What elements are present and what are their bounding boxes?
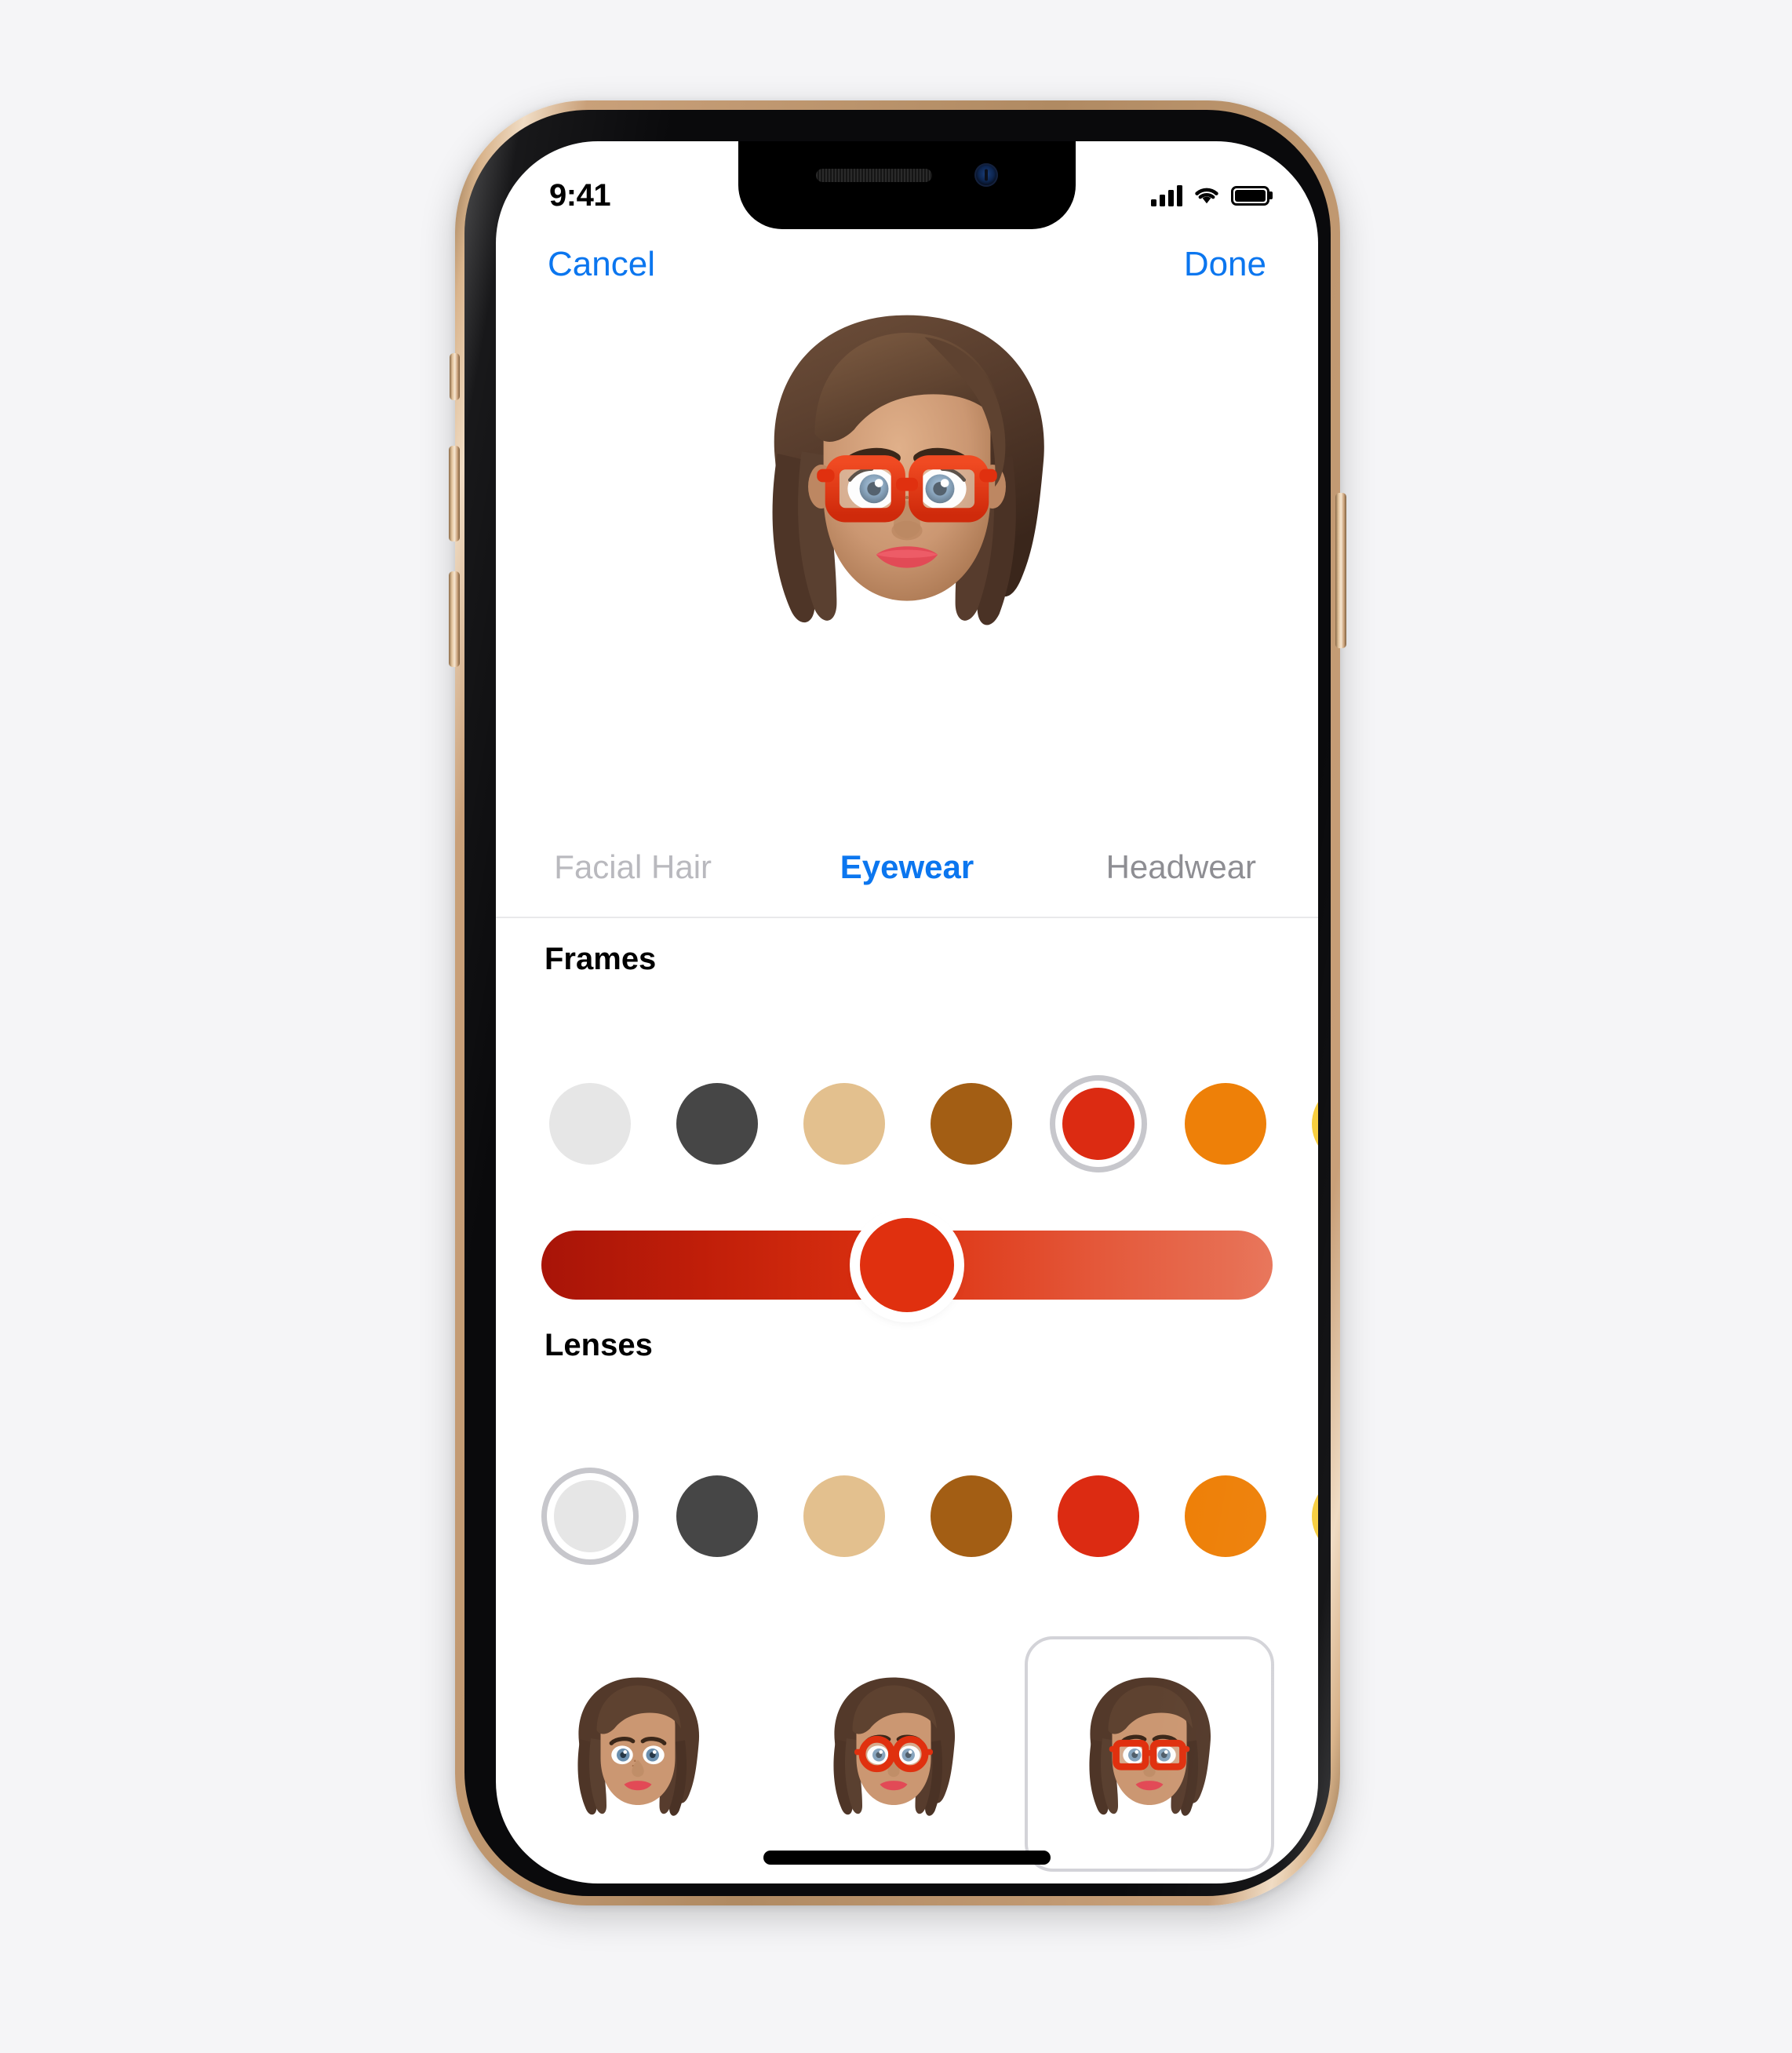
lenses-swatch-orange-button[interactable] [1185,1475,1266,1557]
device-screen: 9:41 Cancel Done Facial Hair Eyewear Hea… [496,141,1318,1883]
lenses-swatch-tan-button[interactable] [803,1475,885,1557]
frames-swatch-yellow-button[interactable] [1312,1083,1318,1165]
status-bar-indicators [1151,184,1269,206]
frames-section-title: Frames [545,942,657,976]
navigation-bar: Cancel Done [496,240,1318,289]
front-camera-icon [974,163,998,187]
frames-swatch-charcoal[interactable] [668,1075,766,1172]
lenses-swatch-tan[interactable] [796,1468,893,1565]
frames-swatch-red[interactable] [1050,1075,1147,1172]
cellular-signal-icon [1151,184,1182,206]
home-indicator[interactable] [763,1851,1051,1865]
lenses-swatch-red[interactable] [1050,1468,1147,1565]
tab-eyewear[interactable]: Eyewear [770,848,1044,886]
frames-color-row[interactable] [496,1075,1318,1172]
lenses-swatch-charcoal[interactable] [668,1468,766,1565]
lenses-swatch-yellow[interactable] [1304,1468,1318,1565]
cancel-button[interactable]: Cancel [545,240,658,289]
lenses-swatch-white-button[interactable] [554,1480,626,1552]
frames-swatch-white-button[interactable] [549,1083,631,1165]
status-bar-clock: 9:41 [549,177,611,213]
lenses-swatch-brown-button[interactable] [931,1475,1012,1557]
thumbnail-square-glasses[interactable] [1025,1636,1274,1872]
frames-swatch-yellow[interactable] [1304,1075,1318,1172]
tab-facial-hair[interactable]: Facial Hair [496,848,770,886]
frames-swatch-brown[interactable] [923,1075,1020,1172]
frame-shade-slider[interactable] [541,1218,1273,1312]
frames-swatch-white[interactable] [541,1075,639,1172]
frames-swatch-tan-button[interactable] [803,1083,885,1165]
lenses-swatch-yellow-button[interactable] [1312,1475,1318,1557]
frames-swatch-orange-button[interactable] [1185,1083,1266,1165]
volume-up-button[interactable] [449,446,460,542]
frames-swatch-red-button[interactable] [1062,1088,1135,1160]
lenses-section-title: Lenses [545,1328,653,1362]
lenses-swatch-orange[interactable] [1177,1468,1274,1565]
memoji-preview[interactable] [496,220,1318,753]
lenses-swatch-charcoal-button[interactable] [676,1475,758,1557]
done-button[interactable]: Done [1181,240,1269,289]
wifi-icon [1193,185,1220,206]
frame-shade-slider-thumb[interactable] [860,1218,954,1312]
screenshot-stage: 9:41 Cancel Done Facial Hair Eyewear Hea… [0,0,1792,2053]
earpiece-speaker-icon [816,168,932,182]
battery-full-icon [1231,185,1269,206]
eyewear-style-thumbnail-row[interactable] [496,1625,1318,1883]
lenses-swatch-white[interactable] [541,1468,639,1565]
mute-switch-button[interactable] [450,353,460,400]
power-button[interactable] [1335,493,1346,648]
thumbnail-round-glasses[interactable] [769,1636,1018,1872]
frames-swatch-tan[interactable] [796,1075,893,1172]
lenses-swatch-brown[interactable] [923,1468,1020,1565]
frames-swatch-brown-button[interactable] [931,1083,1012,1165]
thumbnail-no-glasses[interactable] [513,1636,763,1872]
frames-swatch-orange[interactable] [1177,1075,1274,1172]
frames-swatch-charcoal-button[interactable] [676,1083,758,1165]
device-bezel: 9:41 Cancel Done Facial Hair Eyewear Hea… [464,110,1331,1896]
volume-down-button[interactable] [449,571,460,667]
iphone-device: 9:41 Cancel Done Facial Hair Eyewear Hea… [449,100,1346,1905]
tab-headwear[interactable]: Headwear [1044,848,1318,886]
display-notch [738,141,1076,229]
category-tab-bar: Facial Hair Eyewear Headwear [496,818,1318,918]
lenses-color-row[interactable] [496,1468,1318,1565]
lenses-swatch-red-button[interactable] [1058,1475,1139,1557]
memoji-preview-avatar [772,315,1044,625]
